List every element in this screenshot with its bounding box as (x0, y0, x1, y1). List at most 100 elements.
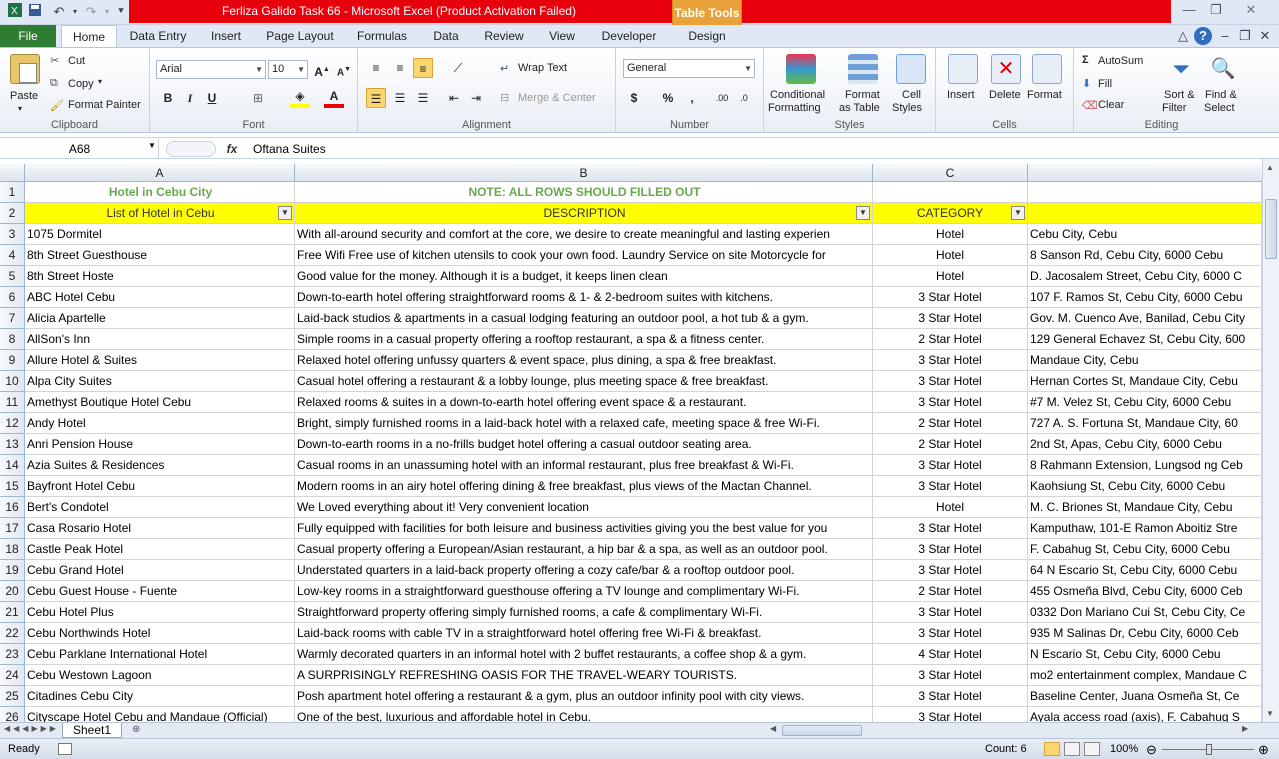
hotel-name-cell[interactable]: Casa Rosario Hotel (25, 518, 295, 539)
horizontal-scroll-thumb[interactable] (782, 725, 862, 736)
paste-icon[interactable] (10, 54, 40, 84)
shrink-font-icon[interactable]: A▼ (334, 60, 354, 80)
description-cell[interactable]: Casual hotel offering a restaurant & a l… (295, 371, 873, 392)
column-header-b[interactable]: B (295, 164, 873, 182)
cell[interactable] (873, 182, 1028, 203)
hotel-name-cell[interactable]: Castle Peak Hotel (25, 539, 295, 560)
column-header-c[interactable]: C (873, 164, 1028, 182)
currency-icon[interactable]: $ (624, 88, 644, 108)
styles-label-button[interactable]: Styles (892, 102, 922, 114)
filter-dropdown-icon[interactable]: ▼ (278, 206, 292, 220)
category-cell[interactable]: 3 Star Hotel (873, 602, 1028, 623)
paste-dropdown-icon[interactable]: ▾ (18, 104, 22, 113)
row-header[interactable]: 12 (0, 413, 25, 434)
find-label[interactable]: Find & (1205, 89, 1237, 101)
row-header[interactable]: 13 (0, 434, 25, 455)
row-header[interactable]: 23 (0, 644, 25, 665)
description-cell[interactable]: Laid-back rooms with cable TV in a strai… (295, 623, 873, 644)
description-cell[interactable]: Simple rooms in a casual property offeri… (295, 329, 873, 350)
address-cell[interactable]: 107 F. Ramos St, Cebu City, 6000 Cebu (1028, 287, 1262, 308)
category-cell[interactable]: 3 Star Hotel (873, 392, 1028, 413)
insert-function-icon[interactable]: fx (222, 139, 242, 159)
address-cell[interactable]: Mandaue City, Cebu (1028, 350, 1262, 371)
copy-dropdown-icon[interactable]: ▾ (98, 77, 102, 86)
tab-file[interactable]: File (0, 25, 56, 47)
copy-button[interactable]: Copy (68, 78, 94, 90)
tab-developer[interactable]: Developer (596, 25, 662, 47)
category-cell[interactable]: 3 Star Hotel (873, 560, 1028, 581)
align-bottom-icon[interactable]: ≡ (413, 58, 433, 78)
address-cell[interactable]: mo2 entertainment complex, Mandaue C (1028, 665, 1262, 686)
zoom-slider-thumb[interactable] (1206, 744, 1212, 755)
increase-indent-icon[interactable]: ⇥ (466, 88, 486, 108)
restore-icon[interactable]: ❐ (1203, 1, 1229, 19)
hotel-name-cell[interactable]: 1075 Dormitel (25, 224, 295, 245)
row-header[interactable]: 19 (0, 560, 25, 581)
wrap-text-button[interactable]: Wrap Text (518, 62, 567, 74)
sheet-tab-sheet1[interactable]: Sheet1 (62, 723, 122, 738)
address-cell[interactable]: Kamputhaw, 101-E Ramon Aboitiz Stre (1028, 518, 1262, 539)
row-header[interactable]: 4 (0, 245, 25, 266)
sheet-title-cell[interactable]: Hotel in Cebu City (25, 182, 295, 203)
cell-label[interactable]: Cell (902, 89, 921, 101)
font-name-combo[interactable]: Arial ▼ (156, 60, 266, 79)
vertical-scrollbar[interactable]: ▲ ▼ (1262, 159, 1279, 722)
address-cell[interactable]: Kaohsiung St, Cebu City, 6000 Cebu (1028, 476, 1262, 497)
format-cells-icon[interactable] (1032, 54, 1062, 84)
doc-close-icon[interactable]: ✕ (1256, 27, 1274, 45)
header-cell-address[interactable] (1028, 203, 1262, 224)
category-cell[interactable]: Hotel (873, 497, 1028, 518)
tab-design[interactable]: Design (680, 25, 734, 47)
autosum-button[interactable]: AutoSum (1098, 55, 1143, 67)
category-cell[interactable]: 3 Star Hotel (873, 476, 1028, 497)
hotel-name-cell[interactable]: Cebu Northwinds Hotel (25, 623, 295, 644)
address-cell[interactable]: M. C. Briones St, Mandaue City, Cebu (1028, 497, 1262, 518)
address-cell[interactable]: 2nd St, Apas, Cebu City, 6000 Cebu (1028, 434, 1262, 455)
tab-view[interactable]: View (543, 25, 581, 47)
hotel-name-cell[interactable]: Azia Suites & Residences (25, 455, 295, 476)
category-cell[interactable]: 3 Star Hotel (873, 539, 1028, 560)
hotel-name-cell[interactable]: Cebu Parklane International Hotel (25, 644, 295, 665)
hotel-name-cell[interactable]: Alpa City Suites (25, 371, 295, 392)
row-header[interactable]: 14 (0, 455, 25, 476)
category-cell[interactable]: 2 Star Hotel (873, 434, 1028, 455)
hotel-name-cell[interactable]: Alicia Apartelle (25, 308, 295, 329)
clear-button[interactable]: Clear (1098, 99, 1124, 111)
comma-icon[interactable]: , (682, 88, 702, 108)
category-cell[interactable]: 3 Star Hotel (873, 707, 1028, 722)
row-header[interactable]: 21 (0, 602, 25, 623)
close-icon[interactable]: ✕ (1238, 1, 1264, 19)
align-left-icon[interactable]: ☰ (366, 88, 386, 108)
description-cell[interactable]: Bright, simply furnished rooms in a laid… (295, 413, 873, 434)
category-cell[interactable]: 3 Star Hotel (873, 455, 1028, 476)
category-cell[interactable]: 3 Star Hotel (873, 518, 1028, 539)
merge-center-button[interactable]: Merge & Center (518, 92, 596, 104)
underline-icon[interactable]: U (202, 88, 222, 108)
scroll-down-icon[interactable]: ▼ (1266, 709, 1274, 718)
column-header-a[interactable]: A (25, 164, 295, 182)
category-cell[interactable]: Hotel (873, 245, 1028, 266)
hotel-name-cell[interactable]: ABC Hotel Cebu (25, 287, 295, 308)
sheet-nav-icons[interactable]: ◀◀◀▶▶▶ (4, 724, 59, 733)
category-cell[interactable]: 3 Star Hotel (873, 371, 1028, 392)
italic-icon[interactable]: I (180, 88, 200, 108)
align-middle-icon[interactable]: ≡ (390, 58, 410, 78)
conditional-label[interactable]: Conditional (770, 89, 825, 101)
decrease-decimal-icon[interactable]: .0 (734, 88, 754, 108)
description-cell[interactable]: Down-to-earth rooms in a no-frills budge… (295, 434, 873, 455)
row-header[interactable]: 3 (0, 224, 25, 245)
address-cell[interactable]: 64 N Escario St, Cebu City, 6000 Cebu (1028, 560, 1262, 581)
address-cell[interactable]: Gov. M. Cuenco Ave, Banilad, Cebu City (1028, 308, 1262, 329)
increase-decimal-icon[interactable]: .00 (712, 88, 732, 108)
font-size-combo[interactable]: 10 ▼ (268, 60, 308, 79)
insert-sheet-icon[interactable]: ⊕ (132, 724, 140, 735)
macro-record-icon[interactable] (58, 743, 72, 755)
header-cell-description[interactable]: DESCRIPTION ▼ (295, 203, 873, 224)
description-cell[interactable]: Modern rooms in an airy hotel offering d… (295, 476, 873, 497)
sort-filter-icon[interactable]: ⏷ (1166, 54, 1196, 84)
tab-data[interactable]: Data (426, 25, 466, 47)
find-select-icon[interactable]: 🔍 (1208, 54, 1238, 84)
row-header[interactable]: 8 (0, 329, 25, 350)
description-cell[interactable]: A SURPRISINGLY REFRESHING OASIS FOR THE … (295, 665, 873, 686)
description-cell[interactable]: Casual rooms in an unassuming hotel with… (295, 455, 873, 476)
